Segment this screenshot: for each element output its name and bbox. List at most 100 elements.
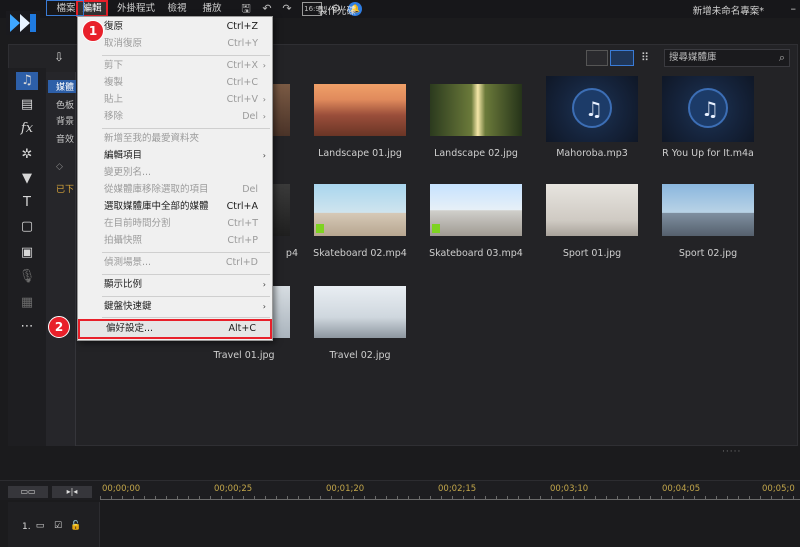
media-caption: Sport 02.jpg xyxy=(678,248,738,259)
menu-item-copy[interactable]: 複製 Ctrl+C xyxy=(78,75,272,91)
transition-icon[interactable]: ▼ xyxy=(18,170,36,188)
chevron-right-icon: › xyxy=(262,151,266,160)
import-icon[interactable]: ⇩ xyxy=(54,50,64,64)
menu-item-undo[interactable]: 復原 Ctrl+Z xyxy=(78,19,272,35)
app-logo xyxy=(6,11,40,35)
menu-separator xyxy=(102,252,270,253)
menu-item-preferences[interactable]: 偏好設定... Alt+C xyxy=(78,319,272,339)
particle-icon[interactable]: ✲ xyxy=(18,146,36,164)
menu-separator xyxy=(102,128,270,129)
media-tile[interactable]: Landscape 02.jpg xyxy=(430,84,522,159)
media-tile[interactable]: Skateboard 02.mp4 xyxy=(313,184,407,259)
media-tile[interactable]: Sport 01.jpg xyxy=(546,184,638,259)
title-icon[interactable]: T xyxy=(18,194,36,212)
track-number: 1. xyxy=(22,522,31,532)
pip-icon[interactable]: ▢ xyxy=(18,218,36,236)
media-thumbnail xyxy=(314,184,406,236)
menu-separator xyxy=(102,296,270,297)
chevron-right-icon: › xyxy=(262,95,266,104)
menu-item-redo[interactable]: 取消復原 Ctrl+Y xyxy=(78,36,272,52)
tree-item-media[interactable]: 媒體 xyxy=(48,80,76,93)
media-thumbnail xyxy=(430,84,522,136)
step-badge-2: 2 xyxy=(48,316,70,338)
tree-item-sound[interactable]: 音效 xyxy=(56,132,74,145)
step-badge-1: 1 xyxy=(82,20,104,42)
menu-item-detect-scene[interactable]: 偵測場景... Ctrl+D xyxy=(78,255,272,271)
thumbnail-size-icon[interactable]: ⠿ xyxy=(641,50,655,66)
media-tile[interactable]: ♫ R You Up for It.m4a xyxy=(662,76,754,159)
music-note-icon: ♫ xyxy=(701,97,719,121)
chevron-right-icon: › xyxy=(262,112,266,121)
menu-item-edit-item[interactable]: 編輯項目 › xyxy=(78,148,272,164)
menu-plugins[interactable]: 外掛程式 xyxy=(114,2,158,16)
media-thumbnail xyxy=(662,184,754,236)
media-thumbnail xyxy=(314,84,406,136)
subtitle-icon: ▦ xyxy=(20,295,34,310)
menu-item-cut[interactable]: 剪下 Ctrl+X › xyxy=(78,58,272,74)
media-tile[interactable]: Travel 02.jpg xyxy=(314,286,406,361)
menu-view[interactable]: 檢視 xyxy=(164,2,190,16)
track-enable-checkbox[interactable]: ☑ xyxy=(52,520,64,532)
search-icon[interactable]: ⌕ xyxy=(779,50,785,66)
menu-item-paste[interactable]: 貼上 Ctrl+V › xyxy=(78,92,272,108)
chevron-right-icon: › xyxy=(262,61,266,70)
media-tile[interactable]: ♫ Mahoroba.mp3 xyxy=(546,76,638,159)
media-tile[interactable]: Skateboard 03.mp4 xyxy=(429,184,523,259)
menu-playback[interactable]: 播放 xyxy=(199,2,225,16)
timestamp: 00;02;15 xyxy=(438,484,477,494)
menu-item-keyboard-shortcuts[interactable]: 鍵盤快速鍵 › xyxy=(78,299,272,315)
timestamp: 00;03;10 xyxy=(550,484,589,494)
project-title: 新增未命名專案* xyxy=(692,6,764,17)
save-icon[interactable]: 🖫 xyxy=(239,2,253,16)
chevron-right-icon: › xyxy=(262,302,266,311)
track-lock-icon[interactable]: 🔓 xyxy=(70,520,82,532)
timestamp: 00;00;00 xyxy=(102,484,141,494)
menu-item-display-ratio[interactable]: 顯示比例 › xyxy=(78,277,272,293)
video-badge xyxy=(316,224,324,233)
undo-icon[interactable]: ↶ xyxy=(260,2,274,16)
menu-item-snapshot[interactable]: 拍攝快照 Ctrl+P xyxy=(78,233,272,249)
media-caption: R You Up for It.m4a xyxy=(662,148,754,159)
room-toolbar: ♫ ▤ fx ✲ ▼ T ▢ ▣ 🎙 ▦ ⋯ xyxy=(8,68,46,446)
more-icon[interactable]: ⋯ xyxy=(18,318,36,336)
list-view-button[interactable] xyxy=(586,50,608,66)
timestamp: 00;01;20 xyxy=(326,484,365,494)
media-tile[interactable]: Sport 02.jpg xyxy=(662,184,754,259)
timeline-ruler[interactable] xyxy=(100,496,800,500)
timestamp: 00;05;0 xyxy=(762,484,795,494)
search-input[interactable]: 搜尋媒體庫 ⌕ xyxy=(664,49,790,67)
menu-item-remove[interactable]: 移除 Del › xyxy=(78,109,272,125)
menu-item-rename[interactable]: 變更別名... xyxy=(78,165,272,181)
menu-item-add-favorite[interactable]: 新增至我的最愛資料夾 xyxy=(78,131,272,147)
tree-item-color[interactable]: 色板 xyxy=(56,98,74,111)
menu-item-remove-selected[interactable]: 從媒體庫移除選取的項目 Del xyxy=(78,182,272,198)
storyboard-view-button[interactable]: ▭▭ xyxy=(8,486,48,498)
timeline-fit-button[interactable]: ▸|◂ xyxy=(52,486,92,498)
microphone-icon: 🎙 xyxy=(18,269,36,284)
edit-menu: 復原 Ctrl+Z 取消復原 Ctrl+Y 剪下 Ctrl+X › 複製 Ctrl+C 貼… xyxy=(77,16,273,341)
fx-icon[interactable]: fx xyxy=(18,120,36,138)
menu-item-split[interactable]: 在目前時間分割 Ctrl+T xyxy=(78,216,272,232)
media-tile[interactable]: Landscape 01.jpg xyxy=(314,84,406,159)
media-thumbnail xyxy=(546,184,638,236)
grid-view-button[interactable] xyxy=(610,50,634,66)
timestamp: 00;04;05 xyxy=(662,484,701,494)
downloaded-label: 已下 xyxy=(56,185,75,195)
produce-disc-label[interactable]: 製作光碟 xyxy=(318,3,356,17)
media-thumbnail xyxy=(430,184,522,236)
search-placeholder: 搜尋媒體庫 xyxy=(669,52,717,63)
menu-item-select-all[interactable]: 選取媒體庫中全部的媒體 Ctrl+A xyxy=(78,199,272,215)
media-room-icon[interactable]: ♫ xyxy=(16,72,38,90)
resize-handle[interactable]: ····· xyxy=(722,447,741,457)
capture-tab[interactable] xyxy=(46,0,84,16)
menu-separator xyxy=(102,55,270,56)
track-type-icon: ▭ xyxy=(35,521,45,531)
tree-item-background[interactable]: 背景 xyxy=(56,114,74,127)
redo-icon[interactable]: ↷ xyxy=(280,2,294,16)
film-room-icon[interactable]: ▤ xyxy=(18,96,36,114)
media-thumbnail: ♫ xyxy=(546,76,638,142)
library-tree: 媒體 色板 背景 音效 ◇ 已下 xyxy=(46,72,76,446)
minimize-icon[interactable]: – xyxy=(791,2,797,15)
music-note-icon: ♫ xyxy=(585,97,603,121)
chapter-icon[interactable]: ▣ xyxy=(18,244,36,262)
